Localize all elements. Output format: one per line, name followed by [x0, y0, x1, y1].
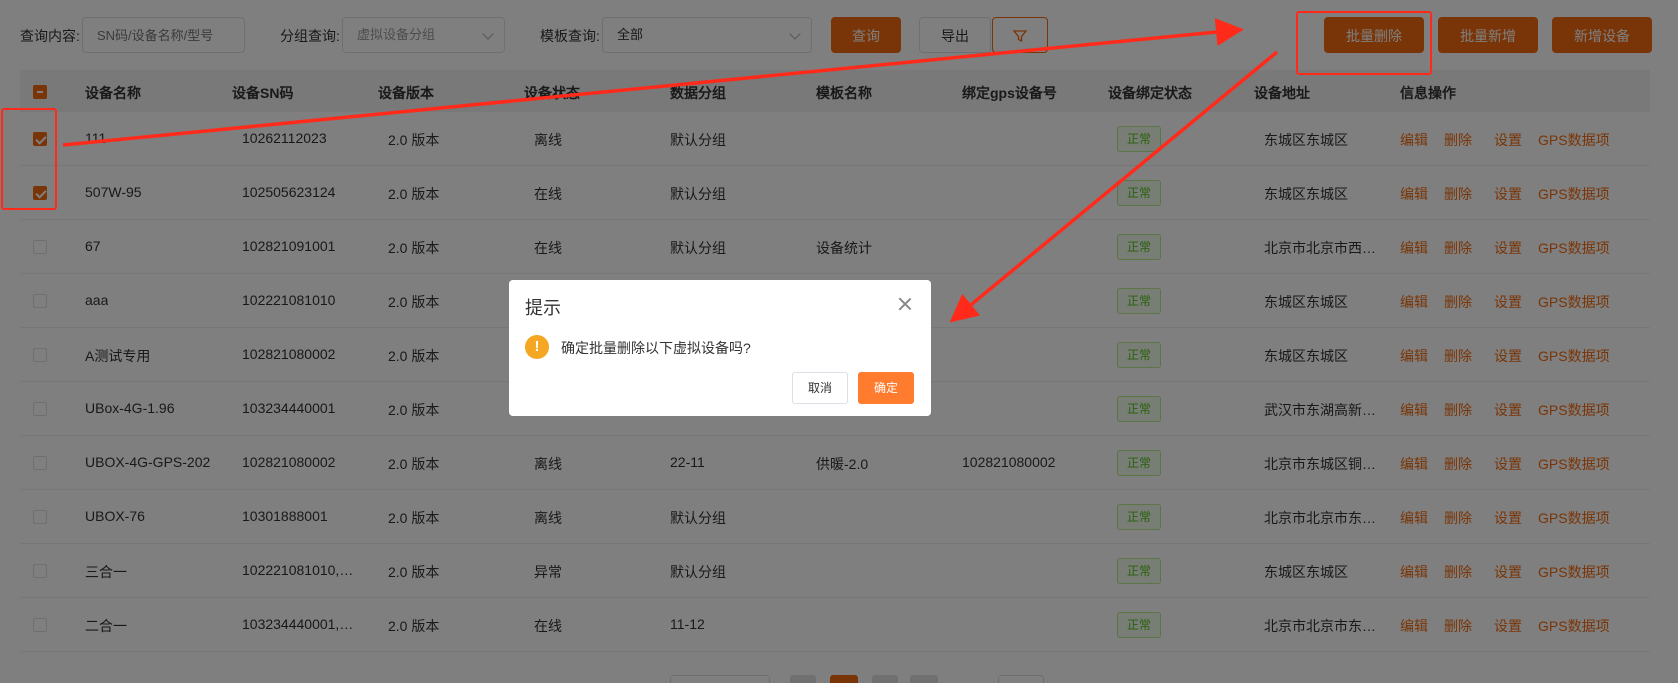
device-management-page: 查询内容: 分组查询: 虚拟设备分组 模板查询: 全部 查询 导出 批量删除 批…: [0, 0, 1678, 683]
annotation-arrow-to-batch-delete: [62, 18, 1244, 147]
cancel-button[interactable]: 取消: [792, 372, 848, 404]
confirm-button[interactable]: 确定: [858, 372, 914, 404]
dialog-message: 确定批量删除以下虚拟设备吗?: [561, 340, 751, 356]
confirm-dialog: 提示 ! 确定批量删除以下虚拟设备吗? 取消 确定: [509, 280, 931, 416]
close-icon[interactable]: [897, 296, 913, 312]
annotation-arrow-to-dialog: [949, 50, 1279, 323]
dialog-title: 提示: [525, 298, 561, 318]
warning-icon: !: [525, 335, 549, 359]
